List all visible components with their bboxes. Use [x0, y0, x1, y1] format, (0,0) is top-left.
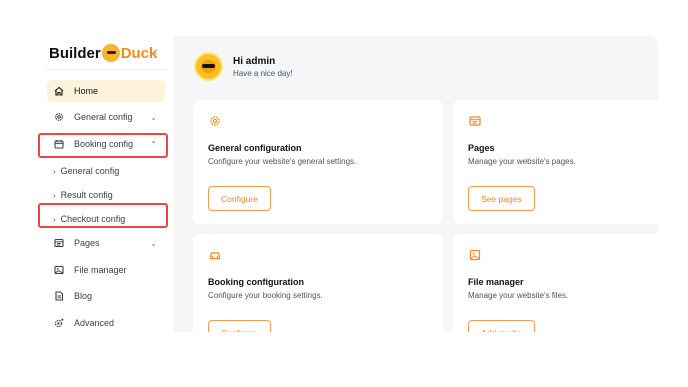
sub-item-general-config[interactable]: › General config	[53, 163, 119, 179]
car-icon	[209, 248, 221, 260]
card-title: General configuration	[208, 143, 302, 153]
avatar-glasses	[202, 64, 215, 68]
sidebar-item-label: File manager	[74, 265, 127, 275]
see-pages-button[interactable]: See pages	[468, 186, 535, 211]
pages-icon	[54, 238, 64, 248]
greeting: Hi admin Have a nice day!	[194, 52, 293, 81]
sidebar-item-advanced[interactable]: Advanced	[47, 312, 165, 334]
duck-logo-icon	[101, 44, 120, 62]
app-frame: Builder Duck ‹ Home General config ⌄ Boo…	[0, 0, 688, 387]
chevron-down-icon: ⌄	[150, 238, 157, 248]
sidebar-item-file-manager[interactable]: File manager	[47, 259, 165, 281]
chevron-right-icon: ›	[53, 190, 56, 200]
avatar[interactable]	[194, 52, 223, 81]
sidebar-item-label: General config	[74, 112, 133, 122]
image-icon	[469, 248, 481, 261]
sidebar-item-label: Blog	[74, 291, 93, 301]
gear-icon	[209, 114, 221, 126]
home-icon	[54, 86, 64, 96]
highlight-checkout-config	[38, 203, 168, 228]
configure-button[interactable]: Configure	[208, 186, 271, 211]
collapse-sidebar-button[interactable]: ‹	[154, 46, 158, 58]
sidebar-item-label: Home	[74, 86, 99, 96]
greeting-subtitle: Have a nice day!	[233, 68, 293, 78]
sub-item-label: General config	[60, 166, 120, 176]
document-icon	[54, 291, 64, 301]
sub-item-result-config[interactable]: › Result config	[53, 187, 113, 203]
card-description: Configure your website's general setting…	[208, 157, 357, 166]
sidebar-item-blog[interactable]: Blog	[47, 285, 165, 307]
sidebar-item-label: Pages	[74, 238, 100, 248]
card-booking-configuration: Booking configuration Configure your boo…	[193, 234, 443, 332]
logo[interactable]: Builder Duck	[49, 44, 157, 62]
pages-icon	[469, 114, 481, 126]
card-pages: Pages Manage your website's pages. See p…	[453, 100, 658, 224]
card-title: File manager	[468, 277, 524, 287]
logo-prefix: Builder	[49, 44, 101, 62]
card-description: Manage your website's pages.	[468, 157, 576, 166]
configure-booking-button[interactable]: Configure	[208, 320, 271, 332]
advanced-gear-icon	[54, 318, 64, 328]
sidebar-item-general-config[interactable]: General config ⌄	[47, 106, 165, 128]
main-panel: Hi admin Have a nice day! General config…	[174, 36, 658, 332]
chevron-down-icon: ⌄	[150, 112, 157, 122]
greeting-title: Hi admin	[233, 55, 276, 67]
card-file-manager: File manager Manage your website's files…	[453, 234, 658, 332]
card-general-configuration: General configuration Configure your web…	[193, 100, 443, 224]
card-title: Booking configuration	[208, 277, 304, 287]
chevron-right-icon: ›	[53, 166, 56, 176]
gear-icon	[54, 112, 64, 122]
file-icon	[54, 265, 64, 275]
sidebar-item-pages[interactable]: Pages ⌄	[47, 232, 165, 254]
logo-suffix: Duck	[120, 44, 158, 62]
sidebar-divider	[45, 69, 167, 70]
highlight-booking-config	[38, 133, 168, 158]
add-media-button[interactable]: Add media	[468, 320, 535, 332]
sidebar: Builder Duck ‹ Home General config ⌄ Boo…	[37, 36, 174, 332]
sub-item-label: Result config	[60, 190, 113, 200]
sidebar-item-home[interactable]: Home	[47, 80, 165, 102]
card-description: Configure your booking settings.	[208, 291, 323, 300]
sidebar-item-label: Advanced	[74, 318, 115, 328]
card-title: Pages	[468, 143, 495, 153]
card-description: Manage your website's files.	[468, 291, 569, 300]
